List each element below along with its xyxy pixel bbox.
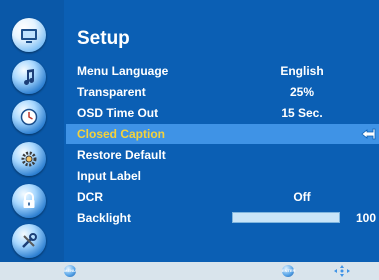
menu-item-value: English — [280, 64, 324, 78]
menu-item-dcr[interactable]: DCR Off — [66, 187, 379, 207]
menu-button-icon: MENU — [64, 265, 76, 277]
menu-item-backlight[interactable]: Backlight 100 — [66, 208, 379, 228]
menu-item-label: Backlight — [77, 211, 132, 225]
clock-icon[interactable] — [12, 100, 46, 134]
backlight-value: 100 — [356, 211, 377, 225]
menu-item-value: Off — [293, 190, 311, 204]
menu-item-label: Transparent — [77, 85, 146, 99]
menu-item-closed-caption[interactable]: Closed Caption — [66, 124, 379, 144]
menu-item-label: Restore Default — [77, 148, 166, 162]
menu-item-label: Input Label — [77, 169, 141, 183]
menu-item-osd-time-out[interactable]: OSD Time Out 15 Sec. — [66, 103, 379, 123]
category-rail — [0, 0, 64, 262]
hand-pointer-icon — [361, 128, 376, 140]
menu-item-transparent[interactable]: Transparent 25% — [66, 82, 379, 102]
monitor-icon[interactable] — [12, 18, 46, 52]
navigation-arrows-icon — [334, 265, 350, 277]
hint-bar: MENU ENTER — [0, 262, 379, 280]
menu-item-menu-language[interactable]: Menu Language English — [66, 61, 379, 81]
menu-item-label: DCR — [77, 190, 103, 204]
tools-icon[interactable] — [12, 224, 46, 258]
menu-item-restore-default[interactable]: Restore Default — [66, 145, 379, 165]
lock-icon[interactable] — [12, 184, 46, 218]
backlight-slider[interactable] — [232, 212, 340, 223]
page-title: Setup — [77, 28, 130, 49]
menu-item-label: Menu Language — [77, 64, 169, 78]
menu-item-label: Closed Caption — [77, 127, 166, 141]
menu-item-input-label[interactable]: Input Label — [66, 166, 379, 186]
settings-gear-icon[interactable] — [12, 142, 46, 176]
music-note-icon[interactable] — [12, 60, 46, 94]
menu-item-value: 15 Sec. — [281, 106, 323, 120]
menu-item-value: 25% — [289, 85, 315, 99]
menu-item-label: OSD Time Out — [77, 106, 159, 120]
osd-menu: Setup Menu Language English Transparent … — [0, 0, 379, 280]
enter-button-icon: ENTER — [282, 265, 296, 277]
